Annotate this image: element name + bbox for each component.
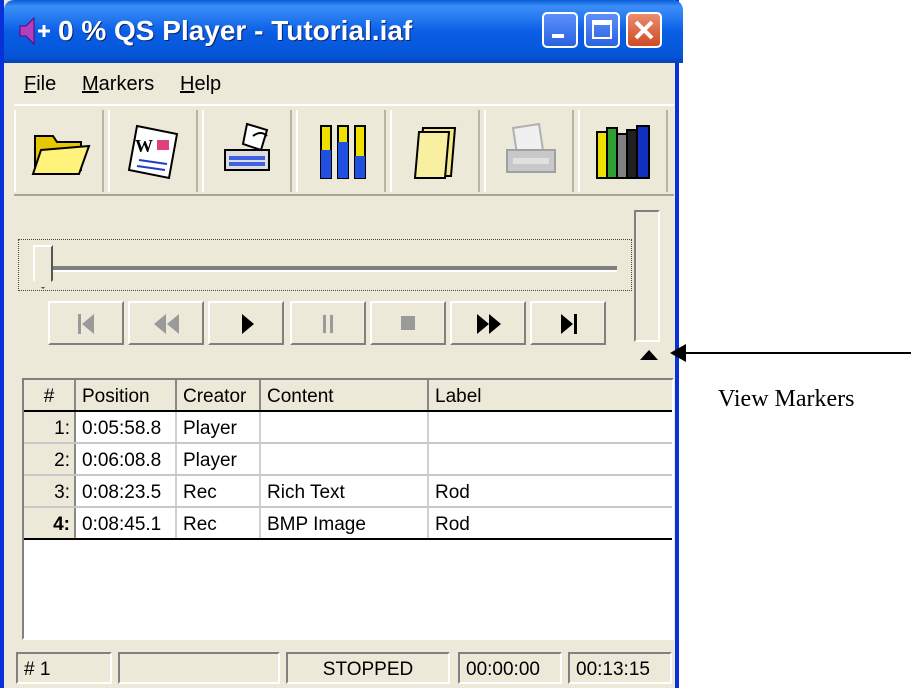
status-blank (118, 652, 280, 684)
toolbar: W (14, 104, 674, 196)
window-title: 0 % QS Player - Tutorial.iaf (58, 15, 413, 46)
pause-icon (323, 315, 333, 333)
seek-track (45, 266, 617, 272)
volume-slider[interactable] (634, 210, 660, 342)
markers-header: # Position Creator Content Label (24, 380, 672, 412)
status-state: STOPPED (286, 652, 450, 684)
table-row[interactable]: 1: 0:05:58.8 Player (24, 412, 672, 444)
qs-player-window: 0 % QS Player - Tutorial.iaf File Marker… (0, 0, 683, 688)
menu-help-accel: H (180, 73, 195, 95)
fast-forward-button[interactable] (450, 301, 526, 345)
row-content: BMP Image (261, 508, 429, 538)
callout-label: View Markers (718, 386, 855, 412)
row-content (261, 444, 429, 474)
title-bar[interactable]: 0 % QS Player - Tutorial.iaf (4, 0, 683, 63)
row-number: 1: (24, 412, 76, 442)
table-row[interactable]: 3: 0:08:23.5 Rec Rich Text Rod (24, 476, 672, 508)
row-label (429, 444, 672, 474)
menu-markers[interactable]: Markers (82, 73, 154, 96)
minimize-icon (552, 34, 564, 38)
row-position: 0:06:08.8 (76, 444, 177, 474)
seek-thumb[interactable] (33, 245, 53, 289)
row-creator: Rec (177, 476, 261, 506)
table-row[interactable]: 2: 0:06:08.8 Player (24, 444, 672, 476)
open-folder-icon (31, 135, 91, 175)
row-creator: Player (177, 412, 261, 442)
rewind-button[interactable] (128, 301, 204, 345)
col-creator[interactable]: Creator (177, 380, 261, 410)
minimize-button[interactable] (542, 12, 578, 48)
view-markers-toggle[interactable] (640, 350, 658, 360)
row-number: 4: (24, 508, 76, 538)
status-current-time: 00:00:00 (458, 652, 562, 684)
row-content: Rich Text (261, 476, 429, 506)
rewind-icon (154, 314, 179, 334)
markers-table: # Position Creator Content Label 1: 0:05… (22, 378, 674, 640)
word-document-icon: W (127, 124, 179, 180)
row-position: 0:05:58.8 (76, 412, 177, 442)
row-position: 0:08:45.1 (76, 508, 177, 538)
go-to-end-button[interactable] (530, 301, 606, 345)
callout-arrow (682, 352, 911, 354)
folder-button[interactable] (390, 110, 480, 192)
word-document-button[interactable]: W (108, 110, 198, 192)
print-button (484, 110, 574, 192)
books-icon (596, 125, 650, 179)
menu-file[interactable]: File (24, 73, 56, 96)
menu-bar: File Markers Help (4, 63, 675, 103)
menu-markers-rest: arkers (98, 73, 155, 95)
svg-text:W: W (135, 136, 153, 156)
row-label: Rod (435, 514, 470, 535)
level-meters-button[interactable] (296, 110, 386, 192)
typewriter-button[interactable] (202, 110, 292, 192)
skip-to-end-icon (561, 314, 577, 334)
table-row[interactable]: 4: 0:08:45.1 Rec BMP Image Rod (24, 508, 672, 540)
row-label (429, 412, 672, 442)
pause-button[interactable] (290, 301, 366, 345)
status-bar: # 1 STOPPED 00:00:00 00:13:15 (14, 648, 676, 684)
fast-forward-icon (477, 314, 501, 334)
row-number: 3: (24, 476, 76, 506)
col-number[interactable]: # (24, 380, 76, 410)
go-to-start-button[interactable] (48, 301, 124, 345)
status-marker: # 1 (16, 652, 112, 684)
play-button[interactable] (208, 301, 284, 345)
stop-button[interactable] (370, 301, 446, 345)
play-icon (242, 314, 254, 334)
level-meters-icon (320, 125, 366, 179)
row-content (261, 412, 429, 442)
menu-help[interactable]: Help (180, 73, 221, 96)
skip-to-start-icon (78, 314, 94, 334)
speaker-app-icon (19, 16, 50, 46)
col-content[interactable]: Content (261, 380, 429, 410)
row-creator: Rec (177, 508, 261, 538)
status-total-time: 00:13:15 (568, 652, 672, 684)
row-number: 2: (24, 444, 76, 474)
maximize-button[interactable] (584, 12, 620, 48)
folder-icon (413, 127, 457, 179)
col-position[interactable]: Position (76, 380, 177, 410)
row-label: Rod (435, 482, 470, 503)
menu-help-rest: elp (194, 73, 222, 95)
print-icon (506, 122, 556, 173)
open-file-button[interactable] (14, 110, 104, 192)
close-button[interactable] (626, 12, 662, 48)
maximize-icon (592, 20, 612, 39)
seek-slider[interactable] (18, 239, 632, 291)
stop-icon (401, 316, 415, 330)
row-position: 0:08:23.5 (76, 476, 177, 506)
menu-markers-accel: M (82, 73, 99, 95)
library-button[interactable] (578, 110, 668, 192)
row-creator: Player (177, 444, 261, 474)
close-icon (634, 20, 654, 40)
transport-panel (14, 205, 632, 365)
typewriter-icon (224, 122, 270, 171)
menu-file-accel: F (24, 73, 37, 95)
menu-file-rest: ile (36, 73, 57, 95)
col-label[interactable]: Label (429, 380, 672, 410)
